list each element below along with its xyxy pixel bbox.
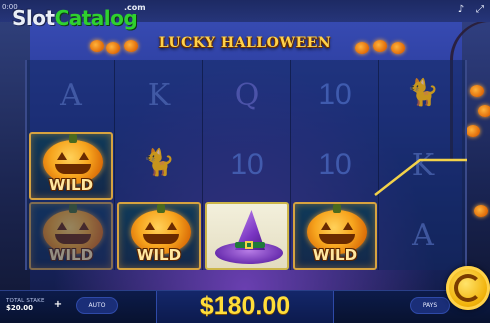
reel-cell: Q xyxy=(203,60,291,130)
reel-cell: WILD xyxy=(27,200,115,270)
pumpkin-decoration-icon xyxy=(478,105,490,117)
pumpkin-decoration-icon xyxy=(90,40,104,52)
pumpkin-decoration-icon xyxy=(373,40,387,52)
symbol-q: Q xyxy=(234,78,260,113)
pumpkin-decoration-icon xyxy=(124,40,138,52)
witch-hat-buckle xyxy=(245,241,253,249)
reel-cell: WILD xyxy=(115,200,203,270)
reel-cell: WILD xyxy=(291,200,379,270)
symbol-10: 10 xyxy=(230,148,264,181)
wild-label: WILD xyxy=(136,246,182,264)
symbol-10: 10 xyxy=(318,148,352,181)
paytable-button[interactable]: PAYS xyxy=(410,297,450,314)
reel-1: A WILD WILD xyxy=(27,60,115,270)
black-cat-icon: 🐈 xyxy=(406,78,440,108)
symbol-a: A xyxy=(412,218,434,253)
total-stake-value: $20.00 xyxy=(6,304,34,312)
pumpkin-decoration-icon xyxy=(355,42,369,54)
reel-cell: 10 xyxy=(203,130,291,200)
win-amount: $180.00 xyxy=(199,292,291,320)
wild-label: WILD xyxy=(48,246,94,264)
symbol-10: 10 xyxy=(318,78,352,111)
wild-label: WILD xyxy=(312,246,358,264)
wild-label: WILD xyxy=(48,176,94,194)
wild-symbol: WILD xyxy=(293,202,377,270)
pumpkin-decoration-icon xyxy=(466,125,480,137)
spin-button[interactable] xyxy=(446,266,490,310)
symbol-a: A xyxy=(60,78,82,113)
spin-icon xyxy=(454,274,482,302)
sound-icon[interactable]: ♪ xyxy=(455,4,467,16)
black-cat-icon: 🐈 xyxy=(142,148,176,178)
fullscreen-icon[interactable]: ⤢ xyxy=(474,4,486,16)
control-bar: TOTAL STAKE $20.00 + AUTO $180.00 PAYS xyxy=(0,290,490,323)
reel-cell: A xyxy=(379,200,467,270)
reel-3: Q 10 xyxy=(203,60,291,270)
autoplay-button[interactable]: AUTO xyxy=(76,297,118,314)
wild-symbol: WILD xyxy=(29,132,113,200)
pumpkin-decoration-icon xyxy=(470,85,484,97)
reel-cell: 10 xyxy=(291,60,379,130)
total-stake: TOTAL STAKE $20.00 xyxy=(6,298,45,312)
symbol-k: K xyxy=(147,78,171,113)
reel-cell: 10 xyxy=(291,130,379,200)
wild-symbol: WILD xyxy=(29,202,113,270)
reel-cell: 🐈 xyxy=(379,60,467,130)
reel-5: 🐈 K A xyxy=(379,60,467,270)
game-title: LUCKY HALLOWEEN xyxy=(158,35,332,51)
logo-com-text: .com xyxy=(124,3,146,12)
pumpkin-decoration-icon xyxy=(106,42,120,54)
watermark-logo: SlotCatalog .com xyxy=(12,3,146,36)
reel-2: K 🐈 WILD xyxy=(115,60,203,270)
win-display: $180.00 xyxy=(156,291,334,323)
pumpkin-decoration-icon xyxy=(474,205,488,217)
pumpkin-decoration-icon xyxy=(391,42,405,54)
wild-symbol: WILD xyxy=(117,202,201,270)
reel-grid: A WILD WILD K 🐈 WILD Q 10 10 10 WILD 🐈 K… xyxy=(25,60,467,270)
logo-slot-text: Slot xyxy=(12,6,55,30)
reel-cell: K xyxy=(115,60,203,130)
reel-cell: 🐈 xyxy=(115,130,203,200)
reel-cell: A xyxy=(27,60,115,130)
reel-4: 10 10 WILD xyxy=(291,60,379,270)
reel-cell xyxy=(203,200,291,270)
witch-hat-symbol xyxy=(205,202,289,270)
increase-stake-button[interactable]: + xyxy=(52,299,64,311)
reel-cell: WILD xyxy=(27,130,115,200)
game-stage: 0:00 ♪ ⤢ SlotCatalog .com LUCKY HALLOWEE… xyxy=(0,0,490,290)
reel-cell: K xyxy=(379,130,467,200)
symbol-k: K xyxy=(411,148,435,183)
